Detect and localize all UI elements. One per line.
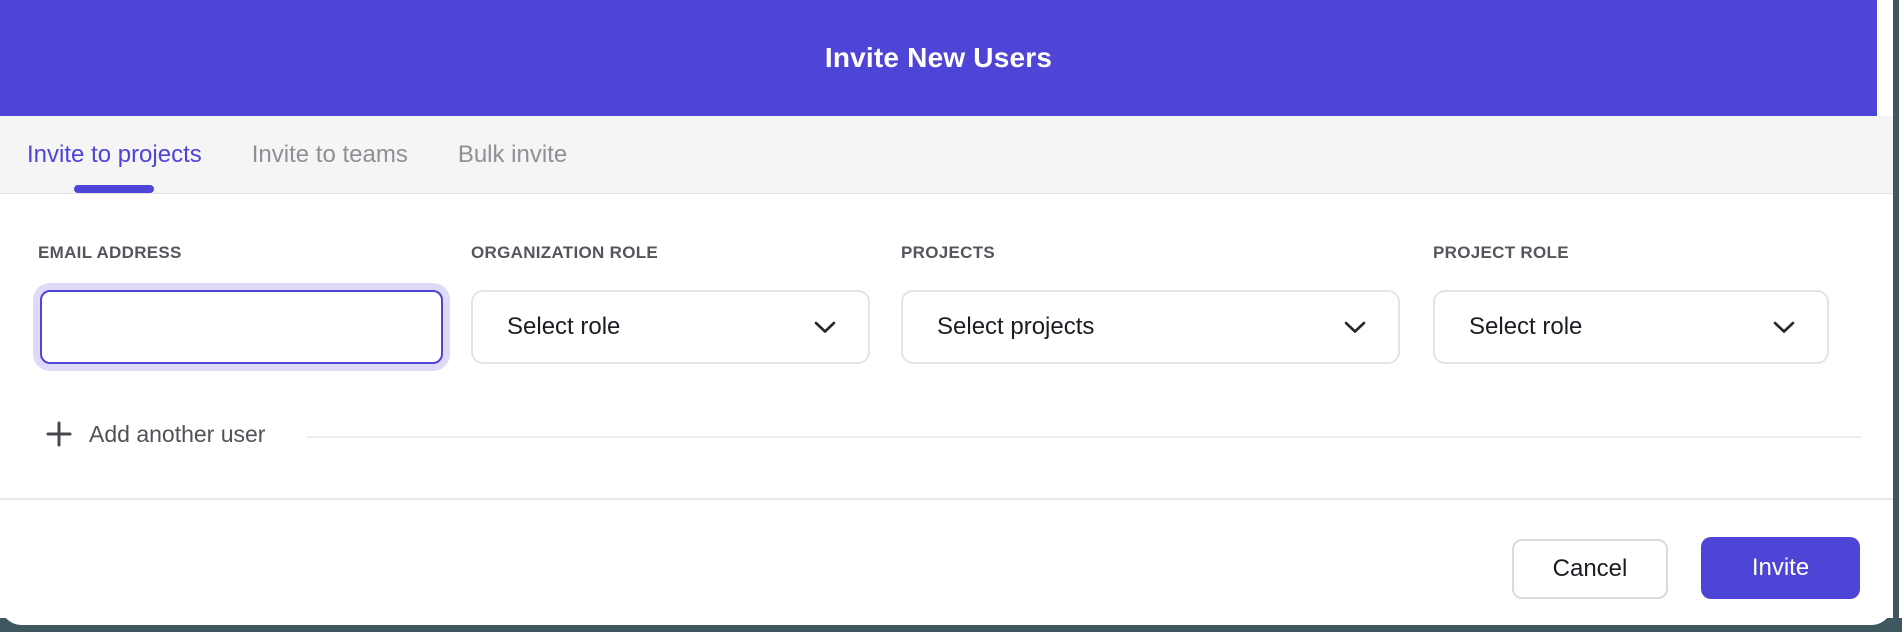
screenshot-canvas: Invite New Users Invite to projects Invi… [0, 0, 1902, 632]
tab-bulk-invite[interactable]: Bulk invite [458, 116, 567, 193]
projects-select[interactable]: Select projects [901, 290, 1400, 364]
projects-select-value: Select projects [937, 313, 1094, 341]
organization-role-label: ORGANIZATION ROLE [471, 243, 658, 263]
page-background-right-strip [1893, 0, 1899, 632]
active-tab-underline [74, 185, 154, 193]
modal-header: Invite New Users [0, 0, 1877, 116]
project-role-select[interactable]: Select role [1433, 290, 1829, 364]
project-role-label: PROJECT ROLE [1433, 243, 1569, 263]
add-user-divider [307, 436, 1861, 438]
tab-invite-to-projects[interactable]: Invite to projects [27, 116, 202, 193]
chevron-down-icon [1773, 321, 1795, 334]
tab-label: Invite to teams [252, 141, 408, 169]
chevron-down-icon [1344, 321, 1366, 334]
invite-button[interactable]: Invite [1701, 537, 1860, 599]
tab-invite-to-teams[interactable]: Invite to teams [252, 116, 408, 193]
organization-role-select[interactable]: Select role [471, 290, 870, 364]
projects-label: PROJECTS [901, 243, 995, 263]
email-field[interactable] [40, 290, 443, 364]
modal-footer: Cancel Invite [0, 498, 1893, 625]
add-another-user-label: Add another user [89, 421, 265, 448]
chevron-down-icon [814, 321, 836, 334]
add-another-user-button[interactable]: Add another user [45, 420, 265, 448]
tab-bar: Invite to projects Invite to teams Bulk … [0, 116, 1893, 194]
cancel-button[interactable]: Cancel [1512, 539, 1668, 599]
project-role-select-value: Select role [1469, 313, 1582, 341]
tab-label: Bulk invite [458, 141, 567, 169]
invite-new-users-modal: Invite New Users Invite to projects Invi… [0, 0, 1893, 625]
plus-icon [45, 420, 73, 448]
organization-role-select-value: Select role [507, 313, 620, 341]
modal-title: Invite New Users [825, 42, 1052, 74]
email-address-label: EMAIL ADDRESS [38, 243, 182, 263]
tab-label: Invite to projects [27, 141, 202, 169]
